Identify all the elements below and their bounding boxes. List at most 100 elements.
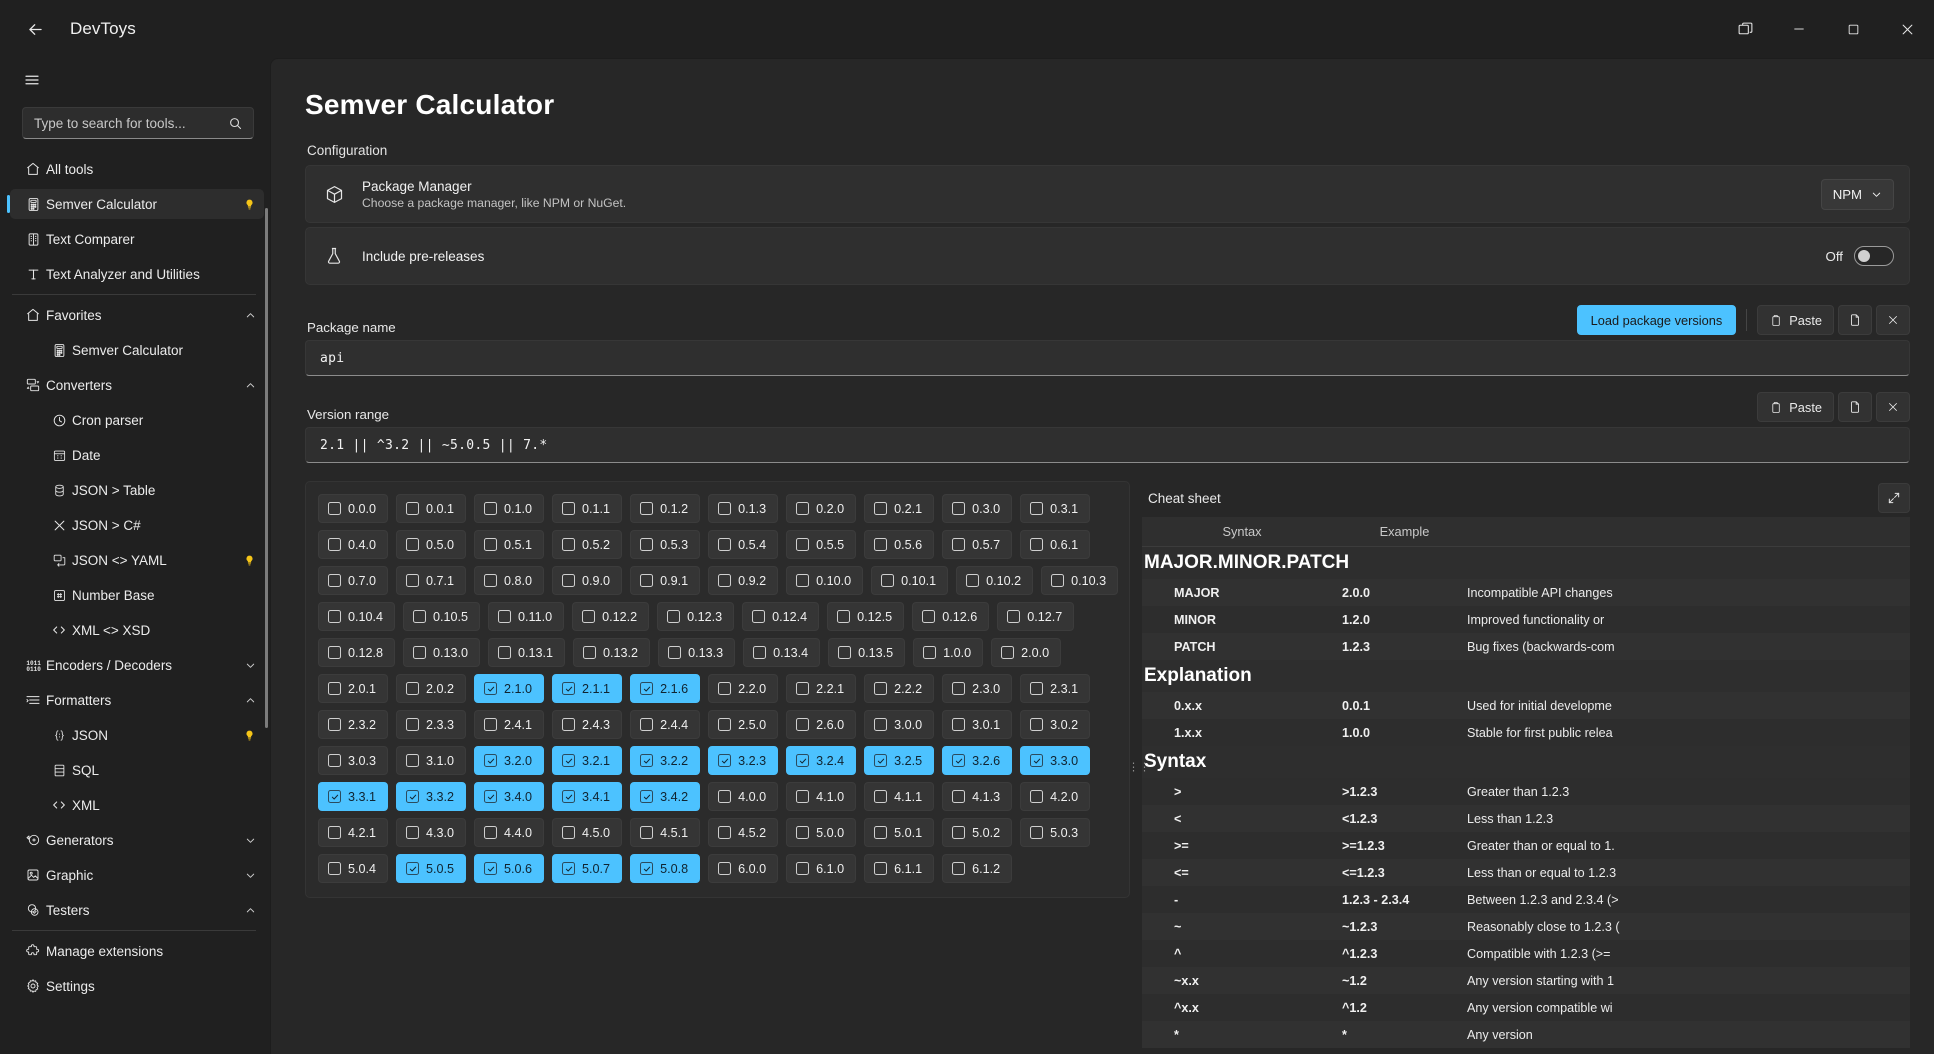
version-chip[interactable]: 3.2.6 (942, 746, 1013, 775)
sidebar-item-json-yaml[interactable]: JSON <> YAML (10, 545, 264, 575)
sidebar-item-manage-extensions[interactable]: Manage extensions (10, 936, 264, 966)
version-chip[interactable]: 0.13.4 (743, 638, 821, 667)
chevron-up-icon[interactable] (245, 380, 264, 391)
version-chip[interactable]: 0.13.5 (828, 638, 906, 667)
version-chip[interactable]: 0.5.5 (786, 530, 857, 559)
sidebar-item-date[interactable]: Date (10, 440, 264, 470)
version-chip[interactable]: 4.1.1 (864, 782, 935, 811)
version-chip[interactable]: 2.1.6 (630, 674, 701, 703)
sidebar-scrollbar[interactable] (265, 208, 268, 728)
version-chip[interactable]: 3.2.1 (552, 746, 623, 775)
version-chip[interactable]: 2.2.1 (786, 674, 857, 703)
version-chip[interactable]: 2.0.1 (318, 674, 389, 703)
version-chip[interactable]: 0.13.0 (403, 638, 481, 667)
version-chip[interactable]: 2.1.1 (552, 674, 623, 703)
version-chip[interactable]: 0.12.8 (318, 638, 396, 667)
package-manager-dropdown[interactable]: NPM (1820, 178, 1894, 210)
sidebar-item-semver-calculator[interactable]: Semver Calculator (7, 189, 264, 219)
version-chip[interactable]: 3.4.2 (630, 782, 701, 811)
version-chip[interactable]: 3.0.3 (318, 746, 389, 775)
multi-window-button[interactable] (1718, 0, 1772, 58)
sidebar-item-sql[interactable]: SQL (10, 755, 264, 785)
sidebar-item-xml-xsd[interactable]: XML <> XSD (10, 615, 264, 645)
version-chip[interactable]: 0.7.1 (396, 566, 467, 595)
version-chip[interactable]: 0.5.2 (552, 530, 623, 559)
sidebar-item-semver-calculator[interactable]: Semver Calculator (10, 335, 264, 365)
back-button[interactable] (14, 11, 56, 47)
chevron-up-icon[interactable] (245, 905, 264, 916)
sidebar-item-settings[interactable]: Settings (10, 971, 264, 1001)
version-chip[interactable]: 0.1.3 (708, 494, 779, 523)
version-chip[interactable]: 0.1.1 (552, 494, 623, 523)
version-chip[interactable]: 0.6.1 (1020, 530, 1091, 559)
sidebar-item-text-analyzer-and-utilities[interactable]: Text Analyzer and Utilities (10, 259, 264, 289)
sidebar-item-all-tools[interactable]: All tools (10, 154, 264, 184)
version-chip[interactable]: 2.0.2 (396, 674, 467, 703)
version-chip[interactable]: 2.5.0 (708, 710, 779, 739)
version-chip[interactable]: 0.8.0 (474, 566, 545, 595)
version-chip[interactable]: 0.0.0 (318, 494, 389, 523)
version-chip[interactable]: 4.0.0 (708, 782, 779, 811)
version-chip[interactable]: 5.0.6 (474, 854, 545, 883)
version-chip[interactable]: 0.3.1 (1020, 494, 1091, 523)
version-chip[interactable]: 5.0.7 (552, 854, 623, 883)
version-chip[interactable]: 0.7.0 (318, 566, 389, 595)
version-chip[interactable]: 0.12.2 (572, 602, 650, 631)
chevron-down-icon[interactable] (245, 660, 264, 671)
package-name-paste-button[interactable]: Paste (1757, 305, 1834, 335)
sidebar-item-generators[interactable]: Generators (10, 825, 264, 855)
version-chip[interactable]: 2.4.3 (552, 710, 623, 739)
chevron-up-icon[interactable] (245, 310, 264, 321)
version-chip[interactable]: 5.0.5 (396, 854, 467, 883)
version-chip[interactable]: 3.2.4 (786, 746, 857, 775)
package-name-input[interactable]: api (305, 340, 1910, 376)
version-chip[interactable]: 5.0.0 (786, 818, 857, 847)
version-chip[interactable]: 0.3.0 (942, 494, 1013, 523)
versions-grid[interactable]: 0.0.0 0.0.1 0.1.0 0.1.1 0.1.2 0.1.3 0.2.0 0.2.1… (318, 494, 1119, 883)
version-chip[interactable]: 0.10.2 (956, 566, 1034, 595)
sidebar-item-json-table[interactable]: JSON > Table (10, 475, 264, 505)
version-chip[interactable]: 0.5.7 (942, 530, 1013, 559)
version-chip[interactable]: 3.3.2 (396, 782, 467, 811)
version-chip[interactable]: 6.0.0 (708, 854, 779, 883)
version-chip[interactable]: 3.2.5 (864, 746, 935, 775)
version-range-paste-button[interactable]: Paste (1757, 392, 1834, 422)
version-chip[interactable]: 2.1.0 (474, 674, 545, 703)
sidebar-item-cron-parser[interactable]: Cron parser (10, 405, 264, 435)
version-chip[interactable]: 0.12.3 (657, 602, 735, 631)
sidebar-item-converters[interactable]: Converters (10, 370, 264, 400)
version-chip[interactable]: 4.2.1 (318, 818, 389, 847)
version-chip[interactable]: 0.2.0 (786, 494, 857, 523)
version-chip[interactable]: 0.13.3 (658, 638, 736, 667)
version-chip[interactable]: 3.3.1 (318, 782, 389, 811)
load-package-versions-button[interactable]: Load package versions (1576, 305, 1737, 335)
version-chip[interactable]: 6.1.1 (864, 854, 935, 883)
version-chip[interactable]: 3.4.0 (474, 782, 545, 811)
include-prereleases-toggle[interactable] (1854, 246, 1894, 266)
version-chip[interactable]: 0.10.0 (786, 566, 864, 595)
sidebar-item-json-c[interactable]: JSON > C# (10, 510, 264, 540)
sidebar-item-json[interactable]: JSON (10, 720, 264, 750)
version-chip[interactable]: 3.0.2 (1020, 710, 1091, 739)
version-chip[interactable]: 0.4.0 (318, 530, 389, 559)
cheat-sheet-expand-button[interactable] (1878, 483, 1910, 513)
version-chip[interactable]: 5.0.3 (1020, 818, 1091, 847)
version-chip[interactable]: 0.10.3 (1041, 566, 1119, 595)
close-button[interactable] (1880, 0, 1934, 58)
package-name-open-file-button[interactable] (1838, 305, 1872, 335)
sidebar-item-xml[interactable]: XML (10, 790, 264, 820)
version-chip[interactable]: 5.0.8 (630, 854, 701, 883)
version-chip[interactable]: 2.0.0 (991, 638, 1062, 667)
version-chip[interactable]: 4.4.0 (474, 818, 545, 847)
version-range-open-file-button[interactable] (1838, 392, 1872, 422)
version-chip[interactable]: 3.0.1 (942, 710, 1013, 739)
sidebar-item-text-comparer[interactable]: Text Comparer (10, 224, 264, 254)
version-chip[interactable]: 3.4.1 (552, 782, 623, 811)
version-chip[interactable]: 0.13.1 (488, 638, 566, 667)
version-chip[interactable]: 3.3.0 (1020, 746, 1091, 775)
version-chip[interactable]: 0.0.1 (396, 494, 467, 523)
version-chip[interactable]: 2.3.2 (318, 710, 389, 739)
version-chip[interactable]: 3.1.0 (396, 746, 467, 775)
version-chip[interactable]: 4.1.3 (942, 782, 1013, 811)
version-range-input[interactable]: 2.1 || ^3.2 || ~5.0.5 || 7.* (305, 427, 1910, 463)
